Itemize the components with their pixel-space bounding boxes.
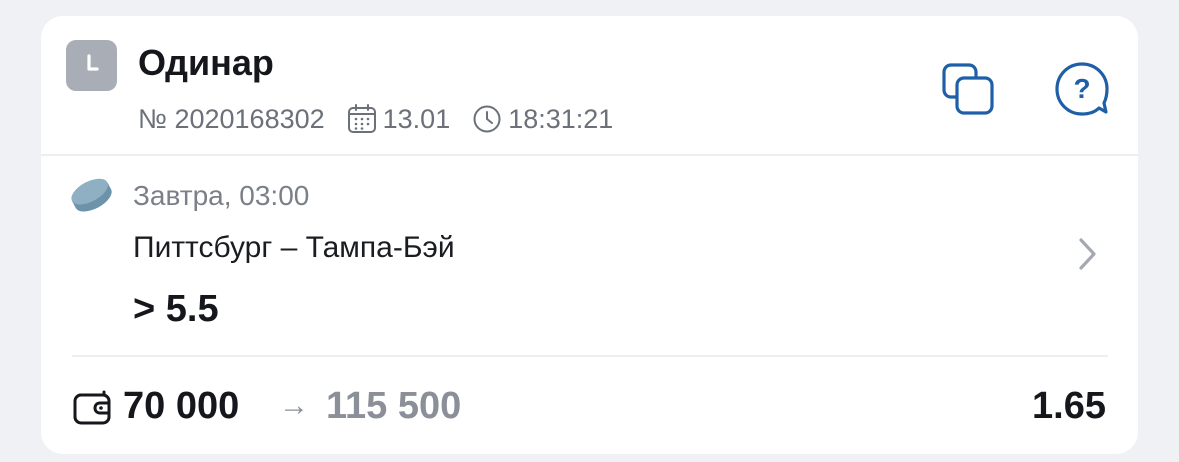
copy-icon	[942, 63, 994, 115]
event-teams: Питтсбург – Тампа-Бэй	[133, 231, 455, 264]
bet-number: № 2020168302	[138, 103, 325, 134]
footer-divider	[72, 355, 1108, 357]
hockey-puck-icon	[71, 178, 112, 212]
wallet-icon	[73, 390, 111, 425]
clock-outline-icon	[473, 105, 501, 133]
bet-header: Одинар № 2020168302 13.01 18:31:21 ?	[41, 16, 1138, 155]
event-start-time: Завтра, 03:00	[133, 180, 310, 211]
bet-odds: 1.65	[1032, 385, 1106, 427]
potential-payout: 115 500	[326, 385, 462, 427]
chevron-right-icon	[1079, 238, 1096, 270]
bet-meta: № 2020168302 13.01 18:31:21	[138, 102, 613, 136]
clock-icon	[66, 40, 117, 91]
arrow-right-icon: →	[279, 389, 309, 422]
help-button[interactable]: ?	[1053, 60, 1111, 118]
bet-type-title: Одинар	[138, 42, 274, 83]
stake-amount: 70 000	[123, 385, 240, 427]
copy-button[interactable]	[939, 60, 999, 120]
help-glyph: ?	[1073, 73, 1090, 104]
bet-time: 18:31:21	[508, 103, 614, 134]
calendar-icon	[347, 104, 376, 133]
bet-date: 13.01	[382, 103, 451, 134]
help-question-icon: ?	[1055, 62, 1109, 116]
event-row[interactable]: Завтра, 03:00 Питтсбург – Тампа-Бэй > 5.…	[41, 156, 1138, 354]
bet-card: Одинар № 2020168302 13.01 18:31:21 ? Зав…	[41, 16, 1138, 454]
bet-footer: 70 000 → 115 500 1.65	[41, 358, 1138, 454]
bet-outcome: > 5.5	[133, 288, 219, 330]
